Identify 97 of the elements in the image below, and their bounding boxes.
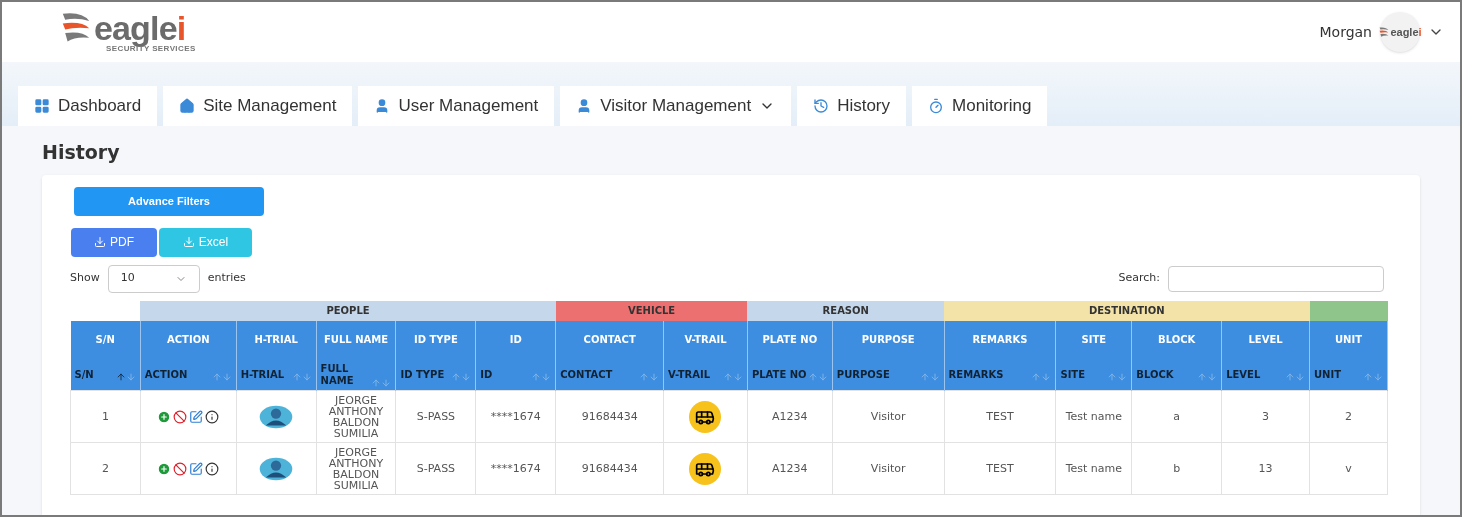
search-field[interactable] xyxy=(1168,265,1384,292)
column-filter-label: PLATE NO xyxy=(751,369,807,382)
column-header[interactable]: PURPOSE xyxy=(832,320,945,361)
column-group-header: DESTINATION xyxy=(944,300,1310,321)
download-icon xyxy=(94,236,106,248)
table-cell-text: S-PASS xyxy=(416,411,456,422)
column-header[interactable]: ID TYPE xyxy=(396,320,476,361)
table-cell-text: A1234 xyxy=(772,411,808,422)
table-cell-text: A1234 xyxy=(772,463,808,474)
table-cell-text: ****1674 xyxy=(490,463,541,474)
nav-tab[interactable]: Dashboard xyxy=(18,86,158,126)
export-button[interactable]: Excel xyxy=(159,227,252,257)
person-avatar-icon xyxy=(258,404,295,429)
timer-icon xyxy=(928,98,945,114)
export-button[interactable]: PDF xyxy=(71,227,157,257)
history-icon xyxy=(813,98,830,114)
column-filter-label: V-TRAIL xyxy=(668,369,711,382)
column-header[interactable]: LEVEL xyxy=(1221,320,1310,361)
column-filter-label: PURPOSE xyxy=(836,369,890,382)
person-avatar-icon xyxy=(258,456,295,481)
nav-tab[interactable]: Monitoring xyxy=(912,86,1048,126)
table-cell-text: 2 xyxy=(101,463,109,474)
user-name: Morgan xyxy=(1319,22,1372,42)
table-cell-text: b xyxy=(1173,463,1181,474)
show-label: Show xyxy=(70,270,100,287)
column-header[interactable]: V-TRAIL xyxy=(663,320,748,361)
column-filter-label: FULL NAME xyxy=(320,362,355,388)
table-cell-text: ****1674 xyxy=(490,411,541,422)
column-filter-label: H-TRIAL xyxy=(240,369,285,382)
column-header[interactable]: FULL NAME xyxy=(316,320,396,361)
table-cell-text: 2 xyxy=(1345,411,1352,422)
home-icon xyxy=(179,98,196,114)
bus-icon xyxy=(689,400,722,433)
column-filter-label: S/N xyxy=(74,369,94,382)
block-icon[interactable] xyxy=(173,409,188,424)
column-header[interactable]: UNIT xyxy=(1309,320,1388,361)
column-group-header: PEOPLE xyxy=(140,300,556,321)
table-cell-text: Test name xyxy=(1065,463,1123,474)
add-icon[interactable] xyxy=(157,409,172,424)
column-filter-label: UNIT xyxy=(1314,369,1342,382)
info-icon[interactable] xyxy=(205,409,220,424)
table-cell-text: JEORGE ANTHONY BALDON SUMILIA xyxy=(327,394,385,439)
table-cell-text: a xyxy=(1173,411,1181,422)
column-header[interactable]: BLOCK xyxy=(1131,320,1222,361)
logo-text: eaglei xyxy=(94,11,186,45)
column-filter-label: CONTACT xyxy=(560,369,613,382)
nav-tab[interactable]: Site Management xyxy=(163,86,353,126)
table-cell-text: 13 xyxy=(1258,463,1273,474)
info-icon[interactable] xyxy=(205,461,220,476)
column-filter-label: REMARKS xyxy=(948,369,1004,382)
nav-tab[interactable]: User Management xyxy=(358,86,555,126)
sort-icon[interactable] xyxy=(115,371,136,382)
column-header[interactable]: CONTACT xyxy=(555,320,664,361)
table-cell-text: S-PASS xyxy=(416,463,456,474)
table-cell-text: JEORGE ANTHONY BALDON SUMILIA xyxy=(327,446,385,491)
page-title: History xyxy=(42,140,121,165)
block-icon[interactable] xyxy=(173,461,188,476)
nav-tab[interactable]: Visitor Management xyxy=(560,86,792,126)
table-cell-text: Visitor xyxy=(870,411,906,422)
column-header[interactable]: S/N xyxy=(70,320,141,361)
table-cell-text: TEST xyxy=(986,411,1014,422)
edit-icon[interactable] xyxy=(189,461,204,476)
download-icon xyxy=(182,236,195,248)
column-header[interactable]: SITE xyxy=(1055,320,1132,361)
column-filter-label: ID xyxy=(480,369,493,382)
table-cell-text: 1 xyxy=(101,411,109,422)
edit-icon[interactable] xyxy=(189,409,204,424)
column-group-header: VEHICLE xyxy=(555,300,748,321)
logo-text: eaglei xyxy=(1390,27,1422,38)
table-cell-text: 91684434 xyxy=(581,411,638,422)
column-group-header: REASON xyxy=(747,300,945,321)
dashboard-icon xyxy=(34,98,50,114)
table-cell-text: 91684434 xyxy=(581,463,638,474)
user-avatar[interactable]: eaglei xyxy=(1380,12,1420,52)
add-icon[interactable] xyxy=(157,461,172,476)
column-filter-label: SITE xyxy=(1060,369,1085,382)
table-cell-text: v xyxy=(1345,463,1352,474)
entries-label: entries xyxy=(207,270,246,287)
table-cell-text: Visitor xyxy=(870,463,906,474)
column-header[interactable]: H-TRIAL xyxy=(236,320,317,361)
table-cell-text: Test name xyxy=(1065,411,1123,422)
nav-tab[interactable]: History xyxy=(797,86,907,126)
column-header[interactable]: ID xyxy=(475,320,556,361)
column-filter-label: BLOCK xyxy=(1136,369,1174,382)
table-cell-text: TEST xyxy=(986,463,1014,474)
wing-logo-icon xyxy=(1378,26,1391,38)
entries-select[interactable]: 10 xyxy=(107,264,200,293)
column-header[interactable]: REMARKS xyxy=(944,320,1056,361)
column-filter-label: ACTION xyxy=(144,369,188,382)
column-header[interactable]: ACTION xyxy=(140,320,237,361)
column-filter-label: LEVEL xyxy=(1226,369,1261,382)
column-filter-label: ID TYPE xyxy=(400,369,445,382)
search-label: Search: xyxy=(1118,270,1160,287)
bus-icon xyxy=(689,452,722,485)
advance-filters-button[interactable]: Advance Filters xyxy=(74,186,264,216)
table-cell-text: 3 xyxy=(1262,411,1270,422)
column-header[interactable]: PLATE NO xyxy=(747,320,833,361)
